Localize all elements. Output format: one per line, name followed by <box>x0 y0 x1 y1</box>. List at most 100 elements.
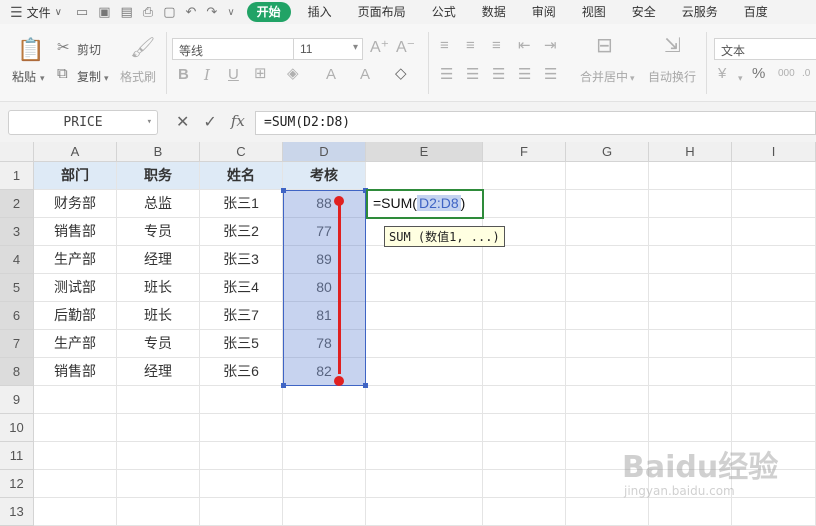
italic-icon[interactable]: I <box>204 67 210 83</box>
align-left-icon[interactable]: ☰ <box>440 67 453 83</box>
table-cell[interactable] <box>283 386 366 414</box>
confirm-icon[interactable]: ✓ <box>203 112 216 132</box>
row-header-11[interactable]: 11 <box>0 442 34 470</box>
justify-icon[interactable]: ☰ <box>518 67 531 83</box>
column-header-i[interactable]: I <box>732 142 816 162</box>
table-cell[interactable] <box>649 358 732 386</box>
table-cell[interactable]: 张三4 <box>200 274 283 302</box>
format-painter-button[interactable]: 格式刷 <box>120 68 156 85</box>
save-icon[interactable]: ▣ <box>98 4 110 20</box>
header-cell[interactable]: 姓名 <box>200 162 283 190</box>
increase-decimal-icon[interactable]: .0 <box>802 66 810 82</box>
currency-icon[interactable]: ¥ <box>718 66 726 82</box>
align-right-icon[interactable]: ☰ <box>492 67 505 83</box>
chevron-down-icon[interactable]: ▾ <box>738 70 743 86</box>
column-header-d[interactable]: D <box>283 142 366 162</box>
print-preview-icon[interactable]: ▢ <box>163 4 175 20</box>
row-header-12[interactable]: 12 <box>0 470 34 498</box>
fill-color-icon[interactable]: ◈ <box>287 66 299 82</box>
paste-icon[interactable]: 📋 <box>17 38 44 62</box>
table-cell[interactable] <box>649 246 732 274</box>
tab-6[interactable]: 视图 <box>569 0 619 24</box>
tab-4[interactable]: 数据 <box>469 0 519 24</box>
table-cell[interactable] <box>117 414 200 442</box>
chevron-down-icon[interactable]: ▾ <box>104 70 109 86</box>
table-cell[interactable]: 测试部 <box>34 274 117 302</box>
table-cell[interactable] <box>483 414 566 442</box>
tab-5[interactable]: 审阅 <box>519 0 569 24</box>
table-cell[interactable] <box>566 330 649 358</box>
font-color-icon[interactable]: A <box>326 67 336 83</box>
table-cell[interactable]: 经理 <box>117 246 200 274</box>
number-format-select[interactable]: 文本 <box>714 38 816 60</box>
column-header-g[interactable]: G <box>566 142 649 162</box>
row-header-10[interactable]: 10 <box>0 414 34 442</box>
table-cell[interactable]: 89 <box>283 246 366 274</box>
table-cell[interactable] <box>483 442 566 470</box>
column-header-f[interactable]: F <box>483 142 566 162</box>
table-cell[interactable] <box>566 498 649 526</box>
row-header-3[interactable]: 3 <box>0 218 34 246</box>
table-cell[interactable] <box>732 246 816 274</box>
row-header-4[interactable]: 4 <box>0 246 34 274</box>
select-all-corner[interactable] <box>0 142 34 162</box>
table-cell[interactable] <box>732 302 816 330</box>
table-cell[interactable] <box>283 442 366 470</box>
table-cell[interactable] <box>200 498 283 526</box>
table-cell[interactable] <box>483 246 566 274</box>
table-cell[interactable] <box>649 330 732 358</box>
table-cell[interactable] <box>200 470 283 498</box>
table-cell[interactable] <box>566 358 649 386</box>
table-cell[interactable] <box>566 162 649 190</box>
table-cell[interactable] <box>117 386 200 414</box>
table-cell[interactable]: 张三3 <box>200 246 283 274</box>
wrap-text-icon[interactable]: ⇲ <box>664 36 681 56</box>
row-header-7[interactable]: 7 <box>0 330 34 358</box>
table-cell[interactable]: 总监 <box>117 190 200 218</box>
table-cell[interactable] <box>483 190 566 218</box>
table-cell[interactable] <box>566 218 649 246</box>
table-cell[interactable] <box>732 274 816 302</box>
table-cell[interactable] <box>34 442 117 470</box>
row-header-8[interactable]: 8 <box>0 358 34 386</box>
tab-8[interactable]: 云服务 <box>669 0 731 24</box>
align-center-icon[interactable]: ☰ <box>466 67 479 83</box>
indent-increase-icon[interactable]: ⇥ <box>544 38 557 54</box>
table-cell[interactable]: 张三6 <box>200 358 283 386</box>
header-cell[interactable]: 部门 <box>34 162 117 190</box>
resize-handle[interactable] <box>363 383 368 388</box>
table-cell[interactable] <box>200 386 283 414</box>
table-cell[interactable] <box>732 358 816 386</box>
table-cell[interactable]: 77 <box>283 218 366 246</box>
table-cell[interactable] <box>566 302 649 330</box>
table-cell[interactable]: 经理 <box>117 358 200 386</box>
table-cell[interactable]: 81 <box>283 302 366 330</box>
table-cell[interactable] <box>34 414 117 442</box>
eraser-icon[interactable]: ◇ <box>395 66 407 82</box>
table-cell[interactable] <box>483 358 566 386</box>
table-cell[interactable] <box>732 330 816 358</box>
table-cell[interactable] <box>366 274 483 302</box>
table-cell[interactable] <box>366 414 483 442</box>
table-cell[interactable] <box>649 218 732 246</box>
row-header-5[interactable]: 5 <box>0 274 34 302</box>
table-cell[interactable] <box>117 442 200 470</box>
paste-button[interactable]: 粘贴 <box>12 68 36 85</box>
underline-icon[interactable]: U <box>228 67 239 83</box>
column-header-b[interactable]: B <box>117 142 200 162</box>
table-cell[interactable] <box>366 498 483 526</box>
table-cell[interactable] <box>283 498 366 526</box>
table-cell[interactable] <box>366 246 483 274</box>
table-cell[interactable] <box>34 498 117 526</box>
table-cell[interactable]: 张三7 <box>200 302 283 330</box>
table-cell[interactable] <box>34 470 117 498</box>
active-cell-editor[interactable]: =SUM(D2:D8) <box>366 189 484 219</box>
table-cell[interactable] <box>483 162 566 190</box>
table-cell[interactable] <box>366 470 483 498</box>
chevron-down-icon[interactable]: ∨ <box>227 7 234 18</box>
merge-center-button[interactable]: 合并居中 <box>580 68 628 85</box>
row-header-13[interactable]: 13 <box>0 498 34 526</box>
column-header-c[interactable]: C <box>200 142 283 162</box>
column-header-h[interactable]: H <box>649 142 732 162</box>
table-cell[interactable] <box>649 274 732 302</box>
